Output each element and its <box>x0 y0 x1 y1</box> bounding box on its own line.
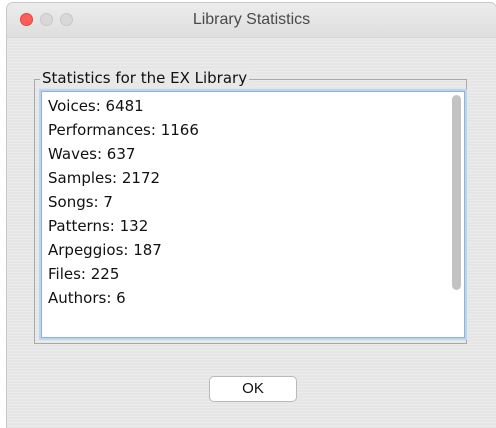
statistics-group-title: Statistics for the EX Library <box>40 68 250 88</box>
stat-patterns: Patterns: 132 <box>48 217 149 235</box>
vertical-scrollbar[interactable] <box>451 95 461 333</box>
statistics-list[interactable]: Voices: 6481 Performances: 1166 Waves: 6… <box>41 91 465 338</box>
stat-authors: Authors: 6 <box>48 289 126 307</box>
dialog-content: Statistics for the EX Library Voices: 64… <box>7 38 496 428</box>
stat-performances: Performances: 1166 <box>48 121 199 139</box>
stat-songs: Songs: 7 <box>48 193 113 211</box>
stat-arpeggios: Arpeggios: 187 <box>48 241 162 259</box>
stat-samples: Samples: 2172 <box>48 169 161 187</box>
stat-waves: Waves: 637 <box>48 145 136 163</box>
stat-voices: Voices: 6481 <box>48 97 144 115</box>
scrollbar-thumb[interactable] <box>452 95 461 290</box>
library-statistics-window: Library Statistics Statistics for the EX… <box>7 3 496 428</box>
ok-button[interactable]: OK <box>209 376 297 402</box>
title-bar[interactable]: Library Statistics <box>7 3 496 38</box>
stat-files: Files: 225 <box>48 265 120 283</box>
window-title: Library Statistics <box>192 11 311 28</box>
